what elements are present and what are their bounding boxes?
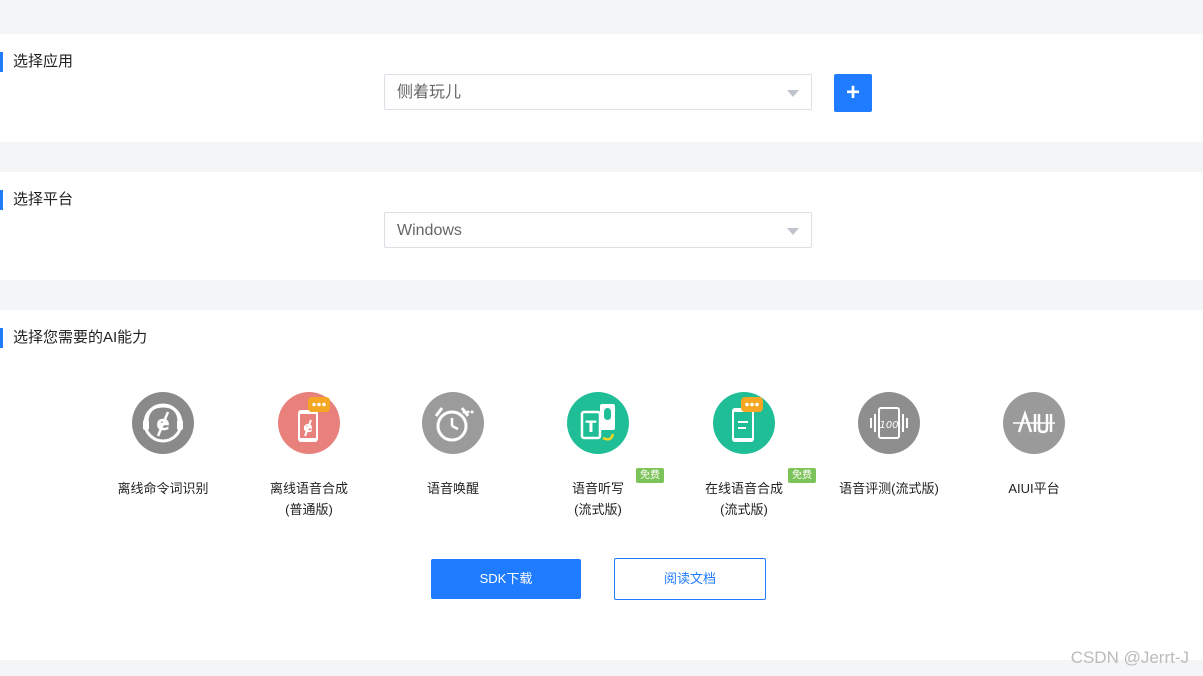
read-docs-button[interactable]: 阅读文档 xyxy=(614,558,766,600)
ai-item-offline-command[interactable]: e 离线命令词识别 xyxy=(91,392,235,499)
ai-item-label: 在线语音合成 (流式版) xyxy=(704,481,783,517)
ai-item-label: AIUI平台 xyxy=(1008,481,1060,496)
ai-capabilities-title: 选择您需要的AI能力 xyxy=(0,328,147,348)
select-app-title: 选择应用 xyxy=(0,52,73,72)
svg-text:T: T xyxy=(586,417,597,436)
ai-item-label: 语音评测(流式版) xyxy=(839,481,939,496)
platform-select[interactable]: Windows xyxy=(384,212,812,248)
ai-item-label: 离线语音合成 (普通版) xyxy=(269,481,348,517)
svg-text:100: 100 xyxy=(879,420,898,431)
offline-command-icon: e xyxy=(132,392,194,454)
ai-item-offline-tts[interactable]: e 离线语音合成 (普通版) xyxy=(237,392,381,520)
chevron-down-icon xyxy=(787,228,799,235)
offline-tts-icon: e xyxy=(278,392,340,454)
ai-item-dictation[interactable]: T 语音听写 (流式版) xyxy=(526,392,670,520)
select-platform-title: 选择平台 xyxy=(0,190,73,210)
free-badge: 免费 xyxy=(636,468,664,483)
dictation-icon: T xyxy=(567,392,629,454)
ai-capability-list: e 离线命令词识别 e 离线 xyxy=(0,392,1203,532)
select-app-section: 选择应用 侧着玩儿 + xyxy=(0,34,1203,142)
free-badge: 免费 xyxy=(788,468,816,483)
evaluation-icon: 100 xyxy=(858,392,920,454)
ai-capabilities-section: 选择您需要的AI能力 e 离线命令词识别 xyxy=(0,310,1203,660)
app-select-value: 侧着玩儿 xyxy=(397,84,462,101)
chevron-down-icon xyxy=(787,90,799,97)
online-tts-icon xyxy=(713,392,775,454)
ai-item-wake[interactable]: 语音唤醒 xyxy=(381,392,525,499)
platform-select-value: Windows xyxy=(397,222,462,239)
aiui-icon xyxy=(1003,392,1065,454)
ai-item-label: 语音听写 (流式版) xyxy=(571,481,624,517)
sdk-download-button[interactable]: SDK下载 xyxy=(431,559,581,599)
watermark: CSDN @Jerrt-J xyxy=(1070,648,1189,667)
ai-item-aiui[interactable]: AIUI平台 xyxy=(962,392,1106,499)
ai-item-label: 语音唤醒 xyxy=(426,481,479,496)
app-select[interactable]: 侧着玩儿 xyxy=(384,74,812,110)
ai-item-label: 离线命令词识别 xyxy=(117,481,209,496)
ai-item-online-tts[interactable]: 在线语音合成 (流式版) xyxy=(672,392,816,520)
select-platform-section: 选择平台 Windows xyxy=(0,172,1203,280)
wake-alarm-icon xyxy=(422,392,484,454)
ai-item-evaluation[interactable]: 100 语音评测(流式版) xyxy=(817,392,961,499)
add-app-button[interactable]: + xyxy=(834,74,872,112)
